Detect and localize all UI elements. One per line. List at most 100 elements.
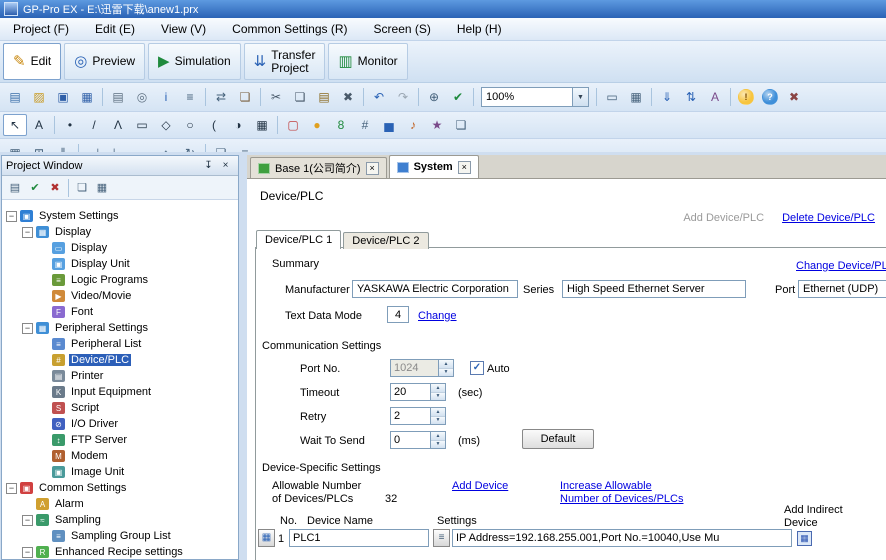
tree-item-display-unit[interactable]: ▣Display Unit xyxy=(2,256,238,272)
menu-view[interactable]: View (V) xyxy=(148,19,219,39)
document-tab-base-1[interactable]: Base 1(公司简介)× xyxy=(250,157,387,178)
screen-view-icon[interactable]: ▦ xyxy=(92,179,112,197)
tree-item-common-settings[interactable]: −▣Common Settings xyxy=(2,480,238,496)
wait-to-send-input[interactable]: ▲▼ xyxy=(390,431,446,449)
transfer-project-button[interactable]: ⇊Transfer Project xyxy=(244,43,326,80)
retry-input[interactable]: ▲▼ xyxy=(390,407,446,425)
tree-item-sampling-group-list[interactable]: ≡Sampling Group List xyxy=(2,528,238,544)
change-device-plc-link[interactable]: Change Device/PLC xyxy=(796,260,886,272)
tree-item-device-plc[interactable]: #Device/PLC xyxy=(2,352,238,368)
spin-down-icon[interactable]: ▼ xyxy=(431,393,445,401)
tree-item-peripheral-settings[interactable]: −▦Peripheral Settings xyxy=(2,320,238,336)
retry-field[interactable] xyxy=(391,408,430,424)
package-view-icon[interactable]: ❏ xyxy=(72,179,92,197)
warning-icon[interactable]: ! xyxy=(738,89,754,105)
change-text-data-mode-link[interactable]: Change xyxy=(418,310,457,322)
monitor-button[interactable]: ▥Monitor xyxy=(328,43,407,80)
collapse-toggle-icon[interactable]: − xyxy=(6,211,17,222)
timeout-spinner[interactable]: ▲▼ xyxy=(430,384,445,400)
transfer-send-icon[interactable]: ⇓ xyxy=(655,86,679,108)
spin-down-icon[interactable]: ▼ xyxy=(431,441,445,449)
timeout-input[interactable]: ▲▼ xyxy=(390,383,446,401)
tree-item-peripheral-list[interactable]: ≡Peripheral List xyxy=(2,336,238,352)
special-part-icon[interactable]: ★ xyxy=(425,114,449,136)
tree-item-enhanced-recipe-settings[interactable]: −REnhanced Recipe settings xyxy=(2,544,238,559)
lamp-part-icon[interactable]: ● xyxy=(305,114,329,136)
close-panel-icon[interactable]: × xyxy=(217,158,234,174)
help-icon[interactable]: ? xyxy=(762,89,778,105)
tree-item-font[interactable]: FFont xyxy=(2,304,238,320)
polyline-tool-icon[interactable]: Λ xyxy=(106,114,130,136)
wait-to-send-field[interactable] xyxy=(391,432,430,448)
fit-screen-icon[interactable]: ▭ xyxy=(600,86,624,108)
tree-item-display[interactable]: ▭Display xyxy=(2,240,238,256)
save-all-icon[interactable]: ▦ xyxy=(75,86,99,108)
auto-checkbox[interactable]: ✓ xyxy=(470,361,484,375)
edit-button[interactable]: ✎Edit xyxy=(3,43,61,80)
keypad-part-icon[interactable]: # xyxy=(353,114,377,136)
data-display-part-icon[interactable]: 8 xyxy=(329,114,353,136)
close-tab-icon[interactable]: × xyxy=(458,161,471,174)
project-information-icon[interactable]: i xyxy=(154,86,178,108)
collapse-toggle-icon[interactable]: − xyxy=(22,515,33,526)
tree-item-alarm[interactable]: AAlarm xyxy=(2,496,238,512)
device-settings-input[interactable] xyxy=(452,529,792,547)
arc-tool-icon[interactable]: ( xyxy=(202,114,226,136)
tree-item-input-equipment[interactable]: KInput Equipment xyxy=(2,384,238,400)
graph-part-icon[interactable]: ▅ xyxy=(377,114,401,136)
tree-item-logic-programs[interactable]: ≡Logic Programs xyxy=(2,272,238,288)
spin-up-icon[interactable]: ▲ xyxy=(431,432,445,441)
collapse-toggle-icon[interactable]: − xyxy=(22,323,33,334)
tree-item-image-unit[interactable]: ▣Image Unit xyxy=(2,464,238,480)
collapse-toggle-icon[interactable]: − xyxy=(22,547,33,558)
polygon-tool-icon[interactable]: ◇ xyxy=(154,114,178,136)
rectangle-tool-icon[interactable]: ▭ xyxy=(130,114,154,136)
save-project-icon[interactable]: ▣ xyxy=(51,86,75,108)
tab-device-plc-2[interactable]: Device/PLC 2 xyxy=(343,232,428,249)
tab-device-plc-1[interactable]: Device/PLC 1 xyxy=(256,230,341,249)
circle-tool-icon[interactable]: ○ xyxy=(178,114,202,136)
select-tool-icon[interactable]: ↖ xyxy=(3,114,27,136)
open-project-icon[interactable]: ▨ xyxy=(27,86,51,108)
tree-item-display-group[interactable]: −▦Display xyxy=(2,224,238,240)
grid-icon[interactable]: ▦ xyxy=(624,86,648,108)
tree-item-video-movie[interactable]: ▶Video/Movie xyxy=(2,288,238,304)
add-device-link[interactable]: Add Device xyxy=(452,480,508,492)
undo-icon[interactable]: ↶ xyxy=(367,86,391,108)
increase-allowable-link-2[interactable]: Number of Devices/PLCs xyxy=(560,493,684,505)
apply-icon[interactable]: ✔ xyxy=(25,179,45,197)
retry-spinner[interactable]: ▲▼ xyxy=(430,408,445,424)
cross-reference-icon[interactable]: ⇄ xyxy=(209,86,233,108)
tree-item-sampling[interactable]: −≈Sampling xyxy=(2,512,238,528)
language-icon[interactable]: A xyxy=(703,86,727,108)
switch-part-icon[interactable]: ▢ xyxy=(281,114,305,136)
table-tool-icon[interactable]: ▦ xyxy=(250,114,274,136)
menu-edit[interactable]: Edit (E) xyxy=(82,19,148,39)
default-button[interactable]: Default xyxy=(522,429,594,449)
tree-item-io-driver[interactable]: ⊘I/O Driver xyxy=(2,416,238,432)
menu-help[interactable]: Help (H) xyxy=(444,19,515,39)
collapse-toggle-icon[interactable]: − xyxy=(22,227,33,238)
menu-project[interactable]: Project (F) xyxy=(0,19,82,39)
tree-item-modem[interactable]: MModem xyxy=(2,448,238,464)
dot-tool-icon[interactable]: • xyxy=(58,114,82,136)
increase-allowable-link-1[interactable]: Increase Allowable xyxy=(560,480,652,492)
collapse-toggle-icon[interactable]: − xyxy=(6,483,17,494)
screen-list-icon[interactable]: ≡ xyxy=(178,86,202,108)
cut-icon[interactable]: ✂ xyxy=(264,86,288,108)
close-screen-icon[interactable]: ✖ xyxy=(782,86,806,108)
alarm-part-icon[interactable]: ♪ xyxy=(401,114,425,136)
delete-device-plc-link[interactable]: Delete Device/PLC xyxy=(782,212,875,224)
wait-to-send-spinner[interactable]: ▲▼ xyxy=(430,432,445,448)
spin-up-icon[interactable]: ▲ xyxy=(431,408,445,417)
zoom-dropdown-icon[interactable]: ▼ xyxy=(572,88,588,106)
tree-item-system-settings[interactable]: −▣System Settings xyxy=(2,208,238,224)
document-tab-system[interactable]: System× xyxy=(389,155,479,178)
device-settings-button[interactable]: ≡ xyxy=(433,529,450,547)
print-preview-icon[interactable]: ◎ xyxy=(130,86,154,108)
pie-tool-icon[interactable]: ◑ xyxy=(226,114,250,136)
preview-button[interactable]: ◎Preview xyxy=(64,43,145,80)
tree-item-ftp-server[interactable]: ↕FTP Server xyxy=(2,432,238,448)
menu-screen[interactable]: Screen (S) xyxy=(361,19,444,39)
picture-part-icon[interactable]: ❏ xyxy=(449,114,473,136)
